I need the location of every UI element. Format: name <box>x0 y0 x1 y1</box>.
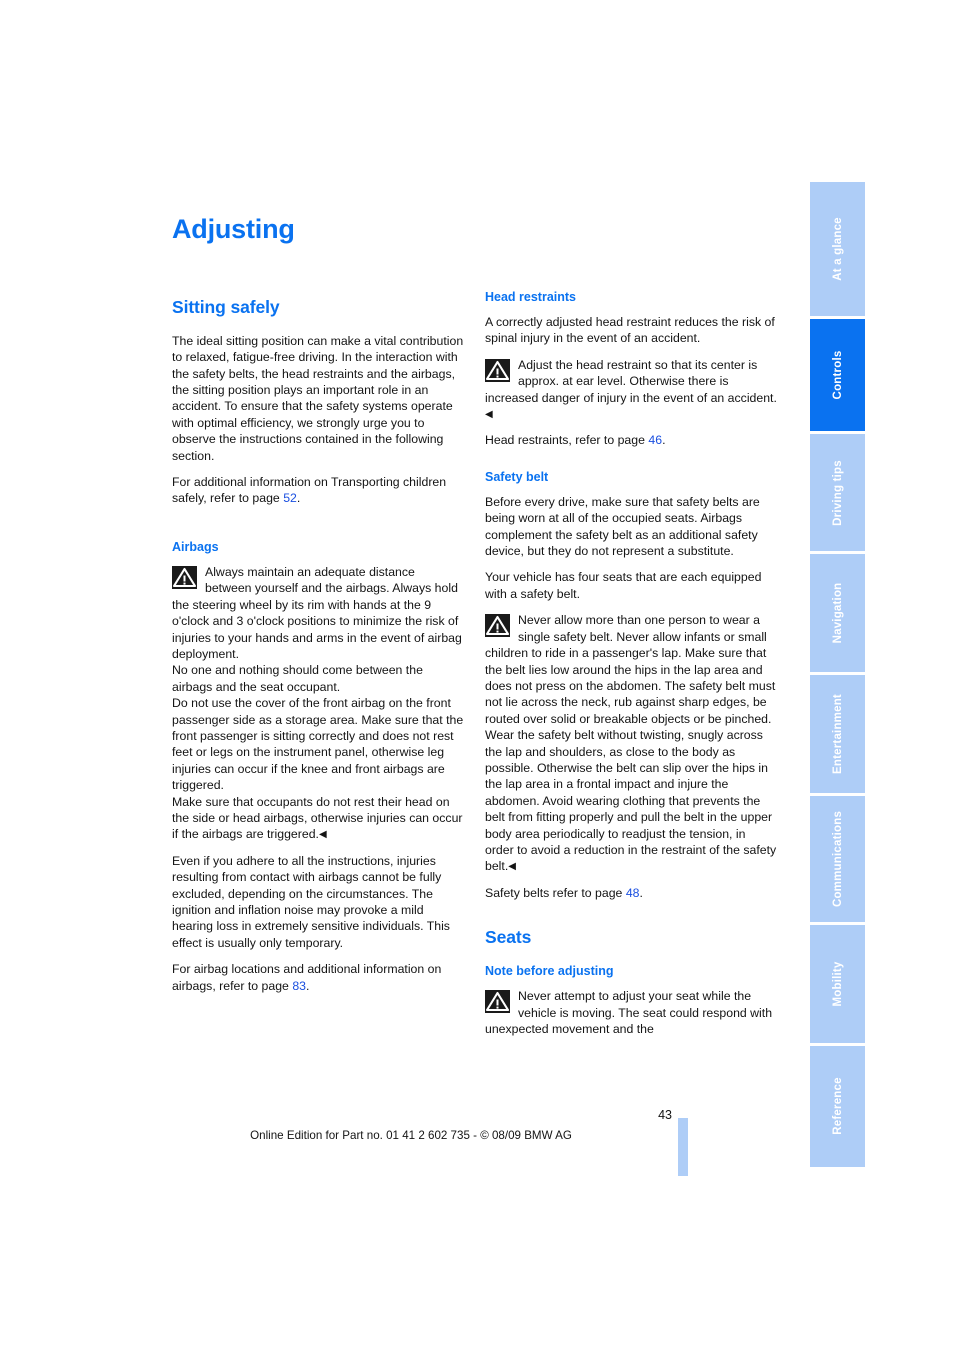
end-marker-icon: ◀ <box>508 861 516 873</box>
page-title: Adjusting <box>172 214 295 244</box>
chapter-tab-rail: At a glance Controls Driving tips Naviga… <box>810 182 865 1168</box>
sidebar-tab-label: At a glance <box>831 217 844 281</box>
right-column: Head restraints A correctly adjusted hea… <box>485 290 777 1038</box>
sidebar-tab-at-a-glance[interactable]: At a glance <box>810 182 865 317</box>
safety-belt-warning-text: Never allow more than one person to wear… <box>485 613 777 874</box>
airbags-warning-4-text: Make sure that occupants do not rest the… <box>172 794 463 842</box>
section-heading-seats: Seats <box>485 927 532 948</box>
warning-triangle-icon <box>485 358 510 382</box>
paragraph-airbags-warning-2: No one and nothing should come between t… <box>172 663 423 694</box>
sidebar-tab-label: Mobility <box>831 961 844 1007</box>
warning-note-airbags: Always maintain an adequate distance bet… <box>172 564 464 843</box>
sidebar-tab-label: Navigation <box>831 582 844 644</box>
page-number: 43 <box>658 1108 672 1122</box>
paragraph-note-before-adjusting-warning: Never attempt to adjust your seat while … <box>485 989 773 1037</box>
page-link-46[interactable]: 46 <box>648 433 662 447</box>
safety-belt-ref-suffix: . <box>639 885 643 900</box>
sidebar-tab-mobility[interactable]: Mobility <box>810 924 865 1043</box>
sidebar-tab-label: Entertainment <box>831 694 844 775</box>
warning-note-head-restraints: Adjust the head restraint so that its ce… <box>485 357 777 423</box>
paragraph-sitting-safely-intro: The ideal sitting position can make a vi… <box>172 333 464 463</box>
page-link-52[interactable]: 52 <box>283 491 297 505</box>
head-restraints-warning-text: Adjust the head restraint so that its ce… <box>485 357 777 405</box>
safety-belt-ref-prefix: Safety belts refer to page <box>485 885 626 900</box>
head-restraints-ref-prefix: Head restraints, refer to page <box>485 433 649 448</box>
subsection-heading-head-restraints: Head restraints <box>485 290 577 304</box>
sidebar-tab-controls[interactable]: Controls <box>810 319 865 432</box>
warning-note-before-adjusting: Never attempt to adjust your seat while … <box>485 988 777 1037</box>
footer-imprint: Online Edition for Part no. 01 41 2 602 … <box>0 1129 954 1142</box>
page-link-83[interactable]: 83 <box>292 979 306 993</box>
paragraph-head-restraints-reference: Head restraints, refer to page 46. <box>485 432 777 448</box>
sidebar-tab-label: Driving tips <box>831 459 844 526</box>
paragraph-safety-belt-seats: Your vehicle has four seats that are eac… <box>485 570 762 601</box>
subsection-heading-airbags: Airbags <box>172 539 219 554</box>
paragraph-safety-belt-warning: Never allow more than one person to wear… <box>485 612 777 875</box>
sidebar-tab-communications[interactable]: Communications <box>810 796 865 922</box>
paragraph-airbags-warning-3: Do not use the cover of the front airbag… <box>172 696 464 793</box>
folio-accent-bar <box>678 1118 688 1176</box>
sidebar-tab-label: Communications <box>831 810 844 907</box>
paragraph-head-restraints-intro: A correctly adjusted head restraint redu… <box>485 315 775 346</box>
warning-triangle-icon <box>172 565 197 589</box>
children-ref-prefix: For additional information on Transporti… <box>172 475 447 506</box>
paragraph-airbags-note: Even if you adhere to all the instructio… <box>172 853 450 950</box>
sidebar-tab-driving-tips[interactable]: Driving tips <box>810 434 865 551</box>
sidebar-tab-navigation[interactable]: Navigation <box>810 553 865 673</box>
paragraph-safety-belt-reference: Safety belts refer to page 48. <box>485 885 777 901</box>
head-restraints-ref-suffix: . <box>662 433 666 448</box>
warning-triangle-icon <box>485 990 510 1014</box>
airbags-ref-suffix: . <box>306 978 310 993</box>
end-marker-icon: ◀ <box>485 409 493 421</box>
page-link-48[interactable]: 48 <box>626 886 640 900</box>
paragraph-children-reference: For additional information on Transporti… <box>172 474 464 507</box>
paragraph-head-restraints-warning: Adjust the head restraint so that its ce… <box>485 357 777 423</box>
sidebar-tab-label: Controls <box>831 350 844 400</box>
subsection-heading-note-before-adjusting: Note before adjusting <box>485 964 614 979</box>
subsection-heading-safety-belt: Safety belt <box>485 469 549 484</box>
end-marker-icon: ◀ <box>318 829 327 841</box>
sidebar-tab-entertainment[interactable]: Entertainment <box>810 675 865 794</box>
left-column: Adjusting Sitting safely The ideal sitti… <box>172 214 464 994</box>
manual-page: Adjusting Sitting safely The ideal sitti… <box>0 0 954 1350</box>
paragraph-airbags-warning-1: Always maintain an adequate distance bet… <box>172 564 462 661</box>
children-ref-suffix: . <box>296 491 301 506</box>
section-heading-sitting-safely: Sitting safely <box>172 296 280 317</box>
paragraph-airbags-reference: For airbag locations and additional info… <box>172 961 464 994</box>
warning-note-safety-belt: Never allow more than one person to wear… <box>485 612 777 875</box>
footer-imprint-text: Online Edition for Part no. 01 41 2 602 … <box>250 1129 572 1142</box>
warning-triangle-icon <box>485 614 510 638</box>
paragraph-airbags-warning-4: Make sure that occupants do not rest the… <box>172 794 464 843</box>
sidebar-tab-reference[interactable]: Reference <box>810 1045 865 1168</box>
paragraph-safety-belt-intro: Before every drive, make sure that safet… <box>485 494 760 559</box>
sidebar-tab-label: Reference <box>831 1077 844 1136</box>
